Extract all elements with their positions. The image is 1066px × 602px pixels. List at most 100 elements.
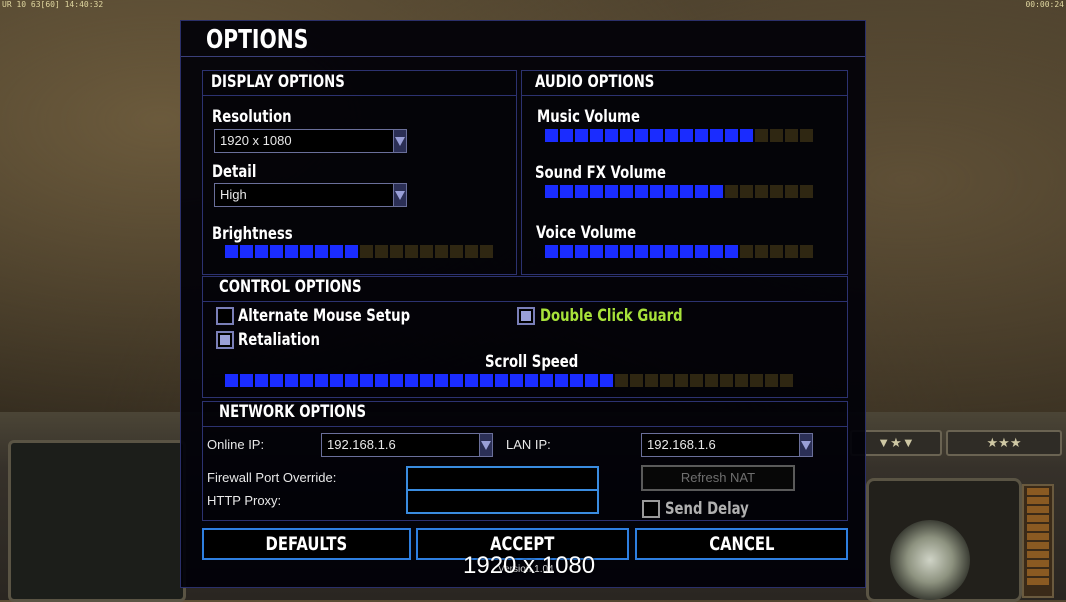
slider-segment[interactable] xyxy=(695,245,708,258)
slider-segment[interactable] xyxy=(375,245,388,258)
slider-segment[interactable] xyxy=(635,185,648,198)
slider-segment[interactable] xyxy=(405,245,418,258)
slider-segment[interactable] xyxy=(635,245,648,258)
slider-segment[interactable] xyxy=(690,374,703,387)
slider-segment[interactable] xyxy=(740,129,753,142)
slider-segment[interactable] xyxy=(600,374,613,387)
scroll-speed-slider[interactable] xyxy=(225,374,793,387)
slider-segment[interactable] xyxy=(300,245,313,258)
slider-segment[interactable] xyxy=(800,129,813,142)
slider-segment[interactable] xyxy=(710,245,723,258)
slider-segment[interactable] xyxy=(785,129,798,142)
slider-segment[interactable] xyxy=(695,129,708,142)
slider-segment[interactable] xyxy=(740,245,753,258)
slider-segment[interactable] xyxy=(605,245,618,258)
firewall-port-field[interactable] xyxy=(406,466,599,491)
slider-segment[interactable] xyxy=(405,374,418,387)
slider-segment[interactable] xyxy=(615,374,628,387)
slider-segment[interactable] xyxy=(450,245,463,258)
slider-segment[interactable] xyxy=(560,129,573,142)
slider-segment[interactable] xyxy=(225,245,238,258)
slider-segment[interactable] xyxy=(635,129,648,142)
slider-segment[interactable] xyxy=(735,374,748,387)
chevron-down-icon[interactable] xyxy=(393,130,406,152)
slider-segment[interactable] xyxy=(590,245,603,258)
slider-segment[interactable] xyxy=(620,245,633,258)
brightness-slider[interactable] xyxy=(225,245,493,258)
slider-segment[interactable] xyxy=(300,374,313,387)
slider-segment[interactable] xyxy=(255,245,268,258)
slider-segment[interactable] xyxy=(650,185,663,198)
slider-segment[interactable] xyxy=(650,129,663,142)
slider-segment[interactable] xyxy=(780,374,793,387)
slider-segment[interactable] xyxy=(785,245,798,258)
slider-segment[interactable] xyxy=(545,129,558,142)
slider-segment[interactable] xyxy=(665,245,678,258)
slider-segment[interactable] xyxy=(255,374,268,387)
slider-segment[interactable] xyxy=(420,374,433,387)
slider-segment[interactable] xyxy=(240,374,253,387)
slider-segment[interactable] xyxy=(680,129,693,142)
cancel-button[interactable]: CANCEL xyxy=(635,528,848,560)
online-ip-dropdown[interactable]: 192.168.1.6 xyxy=(321,433,493,457)
slider-segment[interactable] xyxy=(480,374,493,387)
slider-segment[interactable] xyxy=(620,129,633,142)
sound-fx-volume-slider[interactable] xyxy=(545,185,813,198)
slider-segment[interactable] xyxy=(620,185,633,198)
double-click-guard-checkbox[interactable] xyxy=(517,307,535,325)
http-proxy-field[interactable] xyxy=(406,489,599,514)
slider-segment[interactable] xyxy=(680,185,693,198)
slider-segment[interactable] xyxy=(495,374,508,387)
alternate-mouse-checkbox[interactable] xyxy=(216,307,234,325)
slider-segment[interactable] xyxy=(675,374,688,387)
slider-segment[interactable] xyxy=(575,245,588,258)
chevron-down-icon[interactable] xyxy=(393,184,406,206)
slider-segment[interactable] xyxy=(800,185,813,198)
slider-segment[interactable] xyxy=(545,185,558,198)
slider-segment[interactable] xyxy=(785,185,798,198)
music-volume-slider[interactable] xyxy=(545,129,813,142)
slider-segment[interactable] xyxy=(750,374,763,387)
slider-segment[interactable] xyxy=(660,374,673,387)
slider-segment[interactable] xyxy=(665,185,678,198)
slider-segment[interactable] xyxy=(345,245,358,258)
slider-segment[interactable] xyxy=(315,374,328,387)
slider-segment[interactable] xyxy=(645,374,658,387)
slider-segment[interactable] xyxy=(435,374,448,387)
slider-segment[interactable] xyxy=(770,129,783,142)
chevron-down-icon[interactable] xyxy=(799,434,812,456)
slider-segment[interactable] xyxy=(390,245,403,258)
slider-segment[interactable] xyxy=(435,245,448,258)
slider-segment[interactable] xyxy=(450,374,463,387)
slider-segment[interactable] xyxy=(695,185,708,198)
slider-segment[interactable] xyxy=(375,374,388,387)
slider-segment[interactable] xyxy=(590,185,603,198)
slider-segment[interactable] xyxy=(725,245,738,258)
retaliation-checkbox[interactable] xyxy=(216,331,234,349)
slider-segment[interactable] xyxy=(575,185,588,198)
slider-segment[interactable] xyxy=(755,185,768,198)
resolution-dropdown[interactable]: 1920 x 1080 xyxy=(214,129,407,153)
slider-segment[interactable] xyxy=(575,129,588,142)
slider-segment[interactable] xyxy=(225,374,238,387)
slider-segment[interactable] xyxy=(560,185,573,198)
slider-segment[interactable] xyxy=(725,129,738,142)
slider-segment[interactable] xyxy=(570,374,583,387)
slider-segment[interactable] xyxy=(725,185,738,198)
slider-segment[interactable] xyxy=(360,374,373,387)
slider-segment[interactable] xyxy=(285,245,298,258)
slider-segment[interactable] xyxy=(480,245,493,258)
slider-segment[interactable] xyxy=(770,185,783,198)
refresh-nat-button[interactable]: Refresh NAT xyxy=(641,465,795,491)
defaults-button[interactable]: DEFAULTS xyxy=(202,528,411,560)
slider-segment[interactable] xyxy=(545,245,558,258)
slider-segment[interactable] xyxy=(630,374,643,387)
slider-segment[interactable] xyxy=(270,245,283,258)
slider-segment[interactable] xyxy=(560,245,573,258)
slider-segment[interactable] xyxy=(540,374,553,387)
slider-segment[interactable] xyxy=(765,374,778,387)
slider-segment[interactable] xyxy=(740,185,753,198)
slider-segment[interactable] xyxy=(755,129,768,142)
slider-segment[interactable] xyxy=(465,374,478,387)
slider-segment[interactable] xyxy=(390,374,403,387)
